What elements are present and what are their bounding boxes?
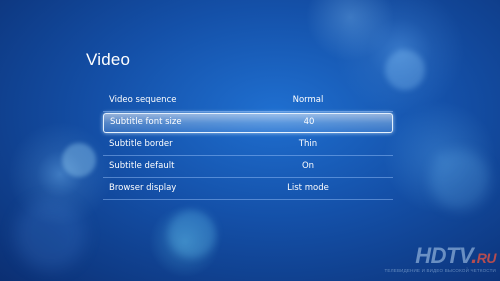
- menu-item-label: Subtitle font size: [110, 117, 182, 127]
- menu-item-subtitle-border[interactable]: Subtitle border Thin: [103, 134, 393, 156]
- menu-item-label: Browser display: [109, 183, 177, 193]
- background-bokeh: [430, 150, 490, 210]
- menu-item-browser-display[interactable]: Browser display List mode: [103, 178, 393, 200]
- menu-item-value: List mode: [287, 183, 329, 193]
- menu-item-value: On: [301, 161, 315, 171]
- menu-item-subtitle-default[interactable]: Subtitle default On: [103, 156, 393, 178]
- settings-menu: Video sequence Normal Subtitle font size…: [103, 90, 393, 200]
- background-bokeh: [62, 143, 96, 177]
- watermark-logo-text: HDTV.RU: [384, 243, 497, 268]
- menu-item-subtitle-font-size[interactable]: Subtitle font size 40: [103, 113, 393, 133]
- menu-item-label: Subtitle border: [109, 139, 173, 149]
- menu-item-label: Subtitle default: [109, 161, 175, 171]
- watermark-logo-suffix: RU: [476, 250, 497, 266]
- menu-item-value: 40: [303, 117, 315, 127]
- menu-item-video-sequence[interactable]: Video sequence Normal: [103, 90, 393, 112]
- background-bokeh: [385, 50, 425, 90]
- background-bokeh: [15, 200, 85, 270]
- menu-item-value: Normal: [292, 95, 324, 105]
- watermark-logo: HDTV.RU ТЕЛЕВИДЕНИЕ И ВИДЕО ВЫСОКОЙ ЧЕТК…: [384, 243, 497, 274]
- menu-item-value: Thin: [298, 139, 318, 149]
- watermark-logo-main: HDTV: [415, 243, 472, 268]
- menu-item-label: Video sequence: [109, 95, 177, 105]
- page-title: Video: [86, 50, 131, 69]
- background-bokeh: [168, 210, 216, 258]
- watermark-tagline: ТЕЛЕВИДЕНИЕ И ВИДЕО ВЫСОКОЙ ЧЕТКОСТИ: [384, 268, 496, 273]
